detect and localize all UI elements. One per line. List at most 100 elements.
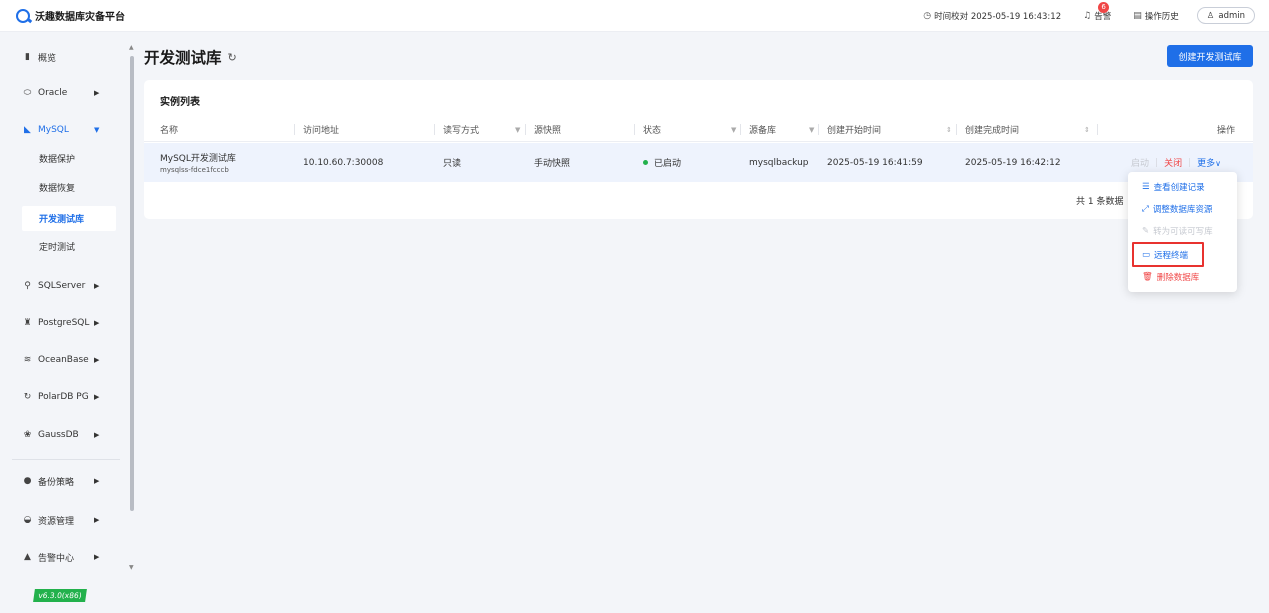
polardb-icon: ↻ <box>23 392 32 402</box>
sidebar-item-alert-center[interactable]: ▲ 告警中心 ▶ <box>0 541 125 573</box>
row-start-time: 2025-05-19 16:41:59 <box>827 157 923 168</box>
mysql-icon: ◣ <box>24 125 31 135</box>
scroll-up-icon[interactable]: ▲ <box>129 44 134 51</box>
table-header: 名称 访问地址 读写方式 ▼ 源快照 状态 ▼ 源备库 ▼ 创建开始时间 ⇕ 创… <box>144 117 1253 142</box>
caret-right-icon: ▶ <box>94 319 100 327</box>
sidebar-item-overview[interactable]: ▮ 概览 <box>0 41 125 73</box>
page-title-text: 开发测试库 <box>144 49 222 67</box>
row-end-time: 2025-05-19 16:42:12 <box>965 157 1061 168</box>
alerts-badge: 6 <box>1098 1 1110 13</box>
row-name-sub: mysqlss-fdce1fcccb <box>160 166 229 174</box>
alert-center-icon: ▲ <box>24 552 31 562</box>
sidebar-item-sqlserver[interactable]: ⚲ SQLServer ▶ <box>0 270 125 302</box>
filter-icon[interactable]: ▼ <box>809 117 814 142</box>
user-name: admin <box>1218 10 1245 21</box>
user-menu-button[interactable]: ♙ admin <box>1196 7 1255 24</box>
sqlserver-icon: ⚲ <box>24 281 31 291</box>
col-end-time: 创建完成时间 <box>965 126 1020 136</box>
sidebar-item-backup-policy[interactable]: ● 备份策略 ▶ <box>0 465 125 497</box>
trash-icon: 🗑 <box>1142 272 1153 282</box>
sort-icon[interactable]: ⇕ <box>1084 117 1090 142</box>
refresh-icon[interactable]: ↻ <box>228 51 237 64</box>
table-row[interactable]: MySQL开发测试库 mysqlss-fdce1fcccb 10.10.60.7… <box>144 143 1253 182</box>
backup-policy-icon: ● <box>23 476 32 486</box>
menu-item-label: 转为可读可写库 <box>1153 227 1213 237</box>
card-title: 实例列表 <box>160 97 200 108</box>
sidebar-sub-data-recovery[interactable]: 数据恢复 <box>22 175 116 200</box>
menu-view-create-log[interactable]: ☰ 查看创建记录 <box>1128 176 1237 198</box>
row-address: 10.10.60.7:30008 <box>303 157 384 168</box>
sidebar-item-gaussdb[interactable]: ❀ GaussDB ▶ <box>0 419 125 451</box>
more-label: 更多 <box>1197 159 1216 169</box>
sidebar-sub-scheduled-test[interactable]: 定时测试 <box>22 234 116 259</box>
start-button[interactable]: 启动 <box>1131 156 1149 169</box>
caret-right-icon: ▶ <box>94 356 100 364</box>
sidebar-item-resource[interactable]: ◒ 资源管理 ▶ <box>0 504 125 536</box>
chevron-down-icon: ∨ <box>1215 159 1221 168</box>
filter-icon[interactable]: ▼ <box>515 117 520 142</box>
close-button[interactable]: 关闭 <box>1164 156 1182 169</box>
list-icon: ☰ <box>1142 182 1150 192</box>
sidebar-item-oceanbase[interactable]: ≋ OceanBase ▶ <box>0 344 125 376</box>
more-dropdown-menu: ☰ 查看创建记录 ⤢ 调整数据库资源 ✎ 转为可读可写库 ▭ 远程终端 🗑 删除… <box>1128 172 1237 292</box>
caret-right-icon: ▶ <box>94 477 100 485</box>
resource-icon: ◒ <box>23 515 32 525</box>
caret-right-icon: ▶ <box>94 516 100 524</box>
resize-icon: ⤢ <box>1142 204 1149 214</box>
bar-chart-icon: ▮ <box>25 52 30 62</box>
caret-down-icon: ▼ <box>94 126 100 134</box>
app-logo[interactable]: 沃趣数据库灾备平台 <box>16 8 125 23</box>
history-button[interactable]: ▤ 操作历史 <box>1133 10 1179 22</box>
scroll-down-icon[interactable]: ▼ <box>129 564 134 571</box>
sidebar-divider <box>12 459 120 460</box>
time-sync-label: 时间校对 2025-05-19 16:43:12 <box>934 11 1062 22</box>
logo-icon <box>16 8 30 23</box>
menu-item-label: 调整数据库资源 <box>1152 205 1213 215</box>
sidebar-sub-dev-test-db[interactable]: 开发测试库 <box>22 206 116 231</box>
total-count: 共 1 条数据 <box>1076 197 1124 207</box>
filter-icon[interactable]: ▼ <box>731 117 736 142</box>
col-start-time: 创建开始时间 <box>827 126 882 136</box>
history-label: 操作历史 <box>1144 11 1179 22</box>
sort-icon[interactable]: ⇕ <box>946 117 952 142</box>
menu-convert-rw: ✎ 转为可读可写库 <box>1128 220 1237 242</box>
menu-delete-db[interactable]: 🗑 删除数据库 <box>1128 266 1237 288</box>
edit-icon: ✎ <box>1142 226 1150 236</box>
app-title: 沃趣数据库灾备平台 <box>35 12 125 23</box>
top-bar: 沃趣数据库灾备平台 ◷ 时间校对 2025-05-19 16:43:12 ♫ 告… <box>0 0 1269 32</box>
sidebar-scrollbar[interactable]: ▲ ▼ <box>129 44 135 574</box>
time-sync[interactable]: ◷ 时间校对 2025-05-19 16:43:12 <box>923 10 1061 22</box>
postgresql-icon: ♜ <box>23 318 32 328</box>
sidebar-item-label: PolarDB PG <box>38 392 89 402</box>
page-title: 开发测试库 ↻ <box>144 46 237 68</box>
sidebar-item-label: OceanBase <box>38 355 89 365</box>
gaussdb-icon: ❀ <box>23 430 32 440</box>
caret-right-icon: ▶ <box>94 89 100 97</box>
scrollbar-thumb[interactable] <box>130 56 134 511</box>
sidebar-item-label: 资源管理 <box>38 516 75 527</box>
more-button[interactable]: 更多∨ <box>1197 156 1221 169</box>
row-source: mysqlbackup <box>749 157 809 168</box>
alerts-button[interactable]: ♫ 告警 6 <box>1083 1 1111 22</box>
col-snapshot: 源快照 <box>534 126 562 136</box>
instance-list-card: 实例列表 名称 访问地址 读写方式 ▼ 源快照 状态 ▼ 源备库 ▼ 创建开始时… <box>144 80 1253 219</box>
oceanbase-icon: ≋ <box>23 355 32 365</box>
version-badge: v6.3.0(x86) <box>33 589 87 602</box>
create-dev-test-db-button[interactable]: 创建开发测试库 <box>1167 45 1253 67</box>
sidebar-item-label: 备份策略 <box>38 477 75 488</box>
sidebar-item-mysql[interactable]: ◣ MySQL ▼ <box>0 114 125 146</box>
col-status: 状态 <box>643 126 662 136</box>
sidebar-item-oracle[interactable]: ⬭ Oracle ▶ <box>0 77 125 109</box>
sidebar-item-label: PostgreSQL <box>38 318 90 328</box>
menu-item-label: 删除数据库 <box>1156 273 1200 283</box>
highlight-box <box>1132 242 1204 267</box>
menu-resize-db[interactable]: ⤢ 调整数据库资源 <box>1128 198 1237 220</box>
oracle-icon: ⬭ <box>23 88 32 98</box>
sidebar-sub-data-protection[interactable]: 数据保护 <box>22 146 116 171</box>
col-source: 源备库 <box>749 126 777 136</box>
col-name: 名称 <box>160 126 179 136</box>
menu-item-label: 查看创建记录 <box>1153 183 1205 193</box>
sidebar-item-polardb[interactable]: ↻ PolarDB PG ▶ <box>0 381 125 413</box>
sidebar-item-postgresql[interactable]: ♜ PostgreSQL ▶ <box>0 307 125 339</box>
row-status-label: 已启动 <box>654 159 682 169</box>
